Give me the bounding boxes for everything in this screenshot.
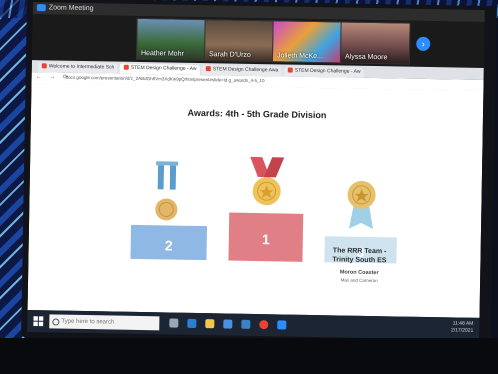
winner-team-name: The RRR Team - Trinity South ES <box>304 246 414 266</box>
system-tray[interactable]: 11:48 AM 2/17/2021 <box>451 320 473 334</box>
tab-close-icon[interactable]: × <box>117 65 118 71</box>
taskbar-search-box[interactable]: Type here to search <box>49 314 160 331</box>
medal-third-icon <box>347 180 376 230</box>
store-icon[interactable] <box>223 319 233 329</box>
chrome-icon[interactable] <box>259 320 269 330</box>
desk-foreground <box>0 338 498 374</box>
participant-name: Alyssa Moore <box>344 53 388 62</box>
participant-tile[interactable]: Alyssa Moore <box>339 21 411 65</box>
podium-first-number: 1 <box>262 231 270 247</box>
tray-date: 2/17/2021 <box>450 327 474 334</box>
search-placeholder: Type here to search <box>61 318 115 326</box>
file-explorer-icon[interactable] <box>205 319 215 329</box>
tab-label: STEM Design Challenge - Aw <box>294 67 361 75</box>
monitor-screen: Zoom Meeting Heather Mohr Sarah D'Urzo J… <box>27 2 485 340</box>
tab-label: STEM Design Challenge - Aw <box>130 64 197 72</box>
podium-illustration: 2 1 3 <box>130 156 397 264</box>
task-view-icon[interactable] <box>169 318 179 328</box>
medal-second-icon <box>155 161 179 221</box>
tab-favicon-icon <box>205 66 211 72</box>
search-icon <box>52 318 60 326</box>
participant-strip: Heather Mohr Sarah D'Urzo Jolleth McKe..… <box>31 14 485 68</box>
tab-favicon-icon <box>123 64 129 70</box>
tab-favicon-icon <box>287 67 293 73</box>
podium-second-number: 2 <box>165 237 173 253</box>
participant-tile[interactable]: Jolleth McKe... <box>271 20 343 64</box>
edge-icon[interactable] <box>187 318 197 328</box>
participant-name: Heather Mohr <box>140 49 184 58</box>
zoom-app-icon <box>36 4 46 12</box>
windows-start-icon[interactable] <box>33 316 44 327</box>
next-participants-button[interactable]: › <box>416 36 431 52</box>
tab-close-icon[interactable]: × <box>281 67 282 73</box>
participant-tile[interactable]: Heather Mohr <box>135 17 207 62</box>
participant-name: Sarah D'Urzo <box>208 51 251 59</box>
zoom-taskbar-icon[interactable] <box>277 320 287 330</box>
presentation-slide: Awards: 4th - 5th Grade Division 2 1 3 T… <box>27 83 484 318</box>
medal-first-icon <box>250 156 285 206</box>
mail-icon[interactable] <box>241 319 251 329</box>
participant-tile[interactable]: Sarah D'Urzo <box>203 19 275 63</box>
participant-name: Jolleth McKe... <box>276 52 323 61</box>
tab-label: STEM Design Challenge Awa <box>212 66 279 74</box>
winner-school-line: Trinity South ES <box>332 256 387 265</box>
tab-favicon-icon <box>41 63 47 69</box>
tab-label: Welcome to Intermediate Sch <box>48 63 115 71</box>
zoom-window-title: Zoom Meeting <box>48 4 94 13</box>
